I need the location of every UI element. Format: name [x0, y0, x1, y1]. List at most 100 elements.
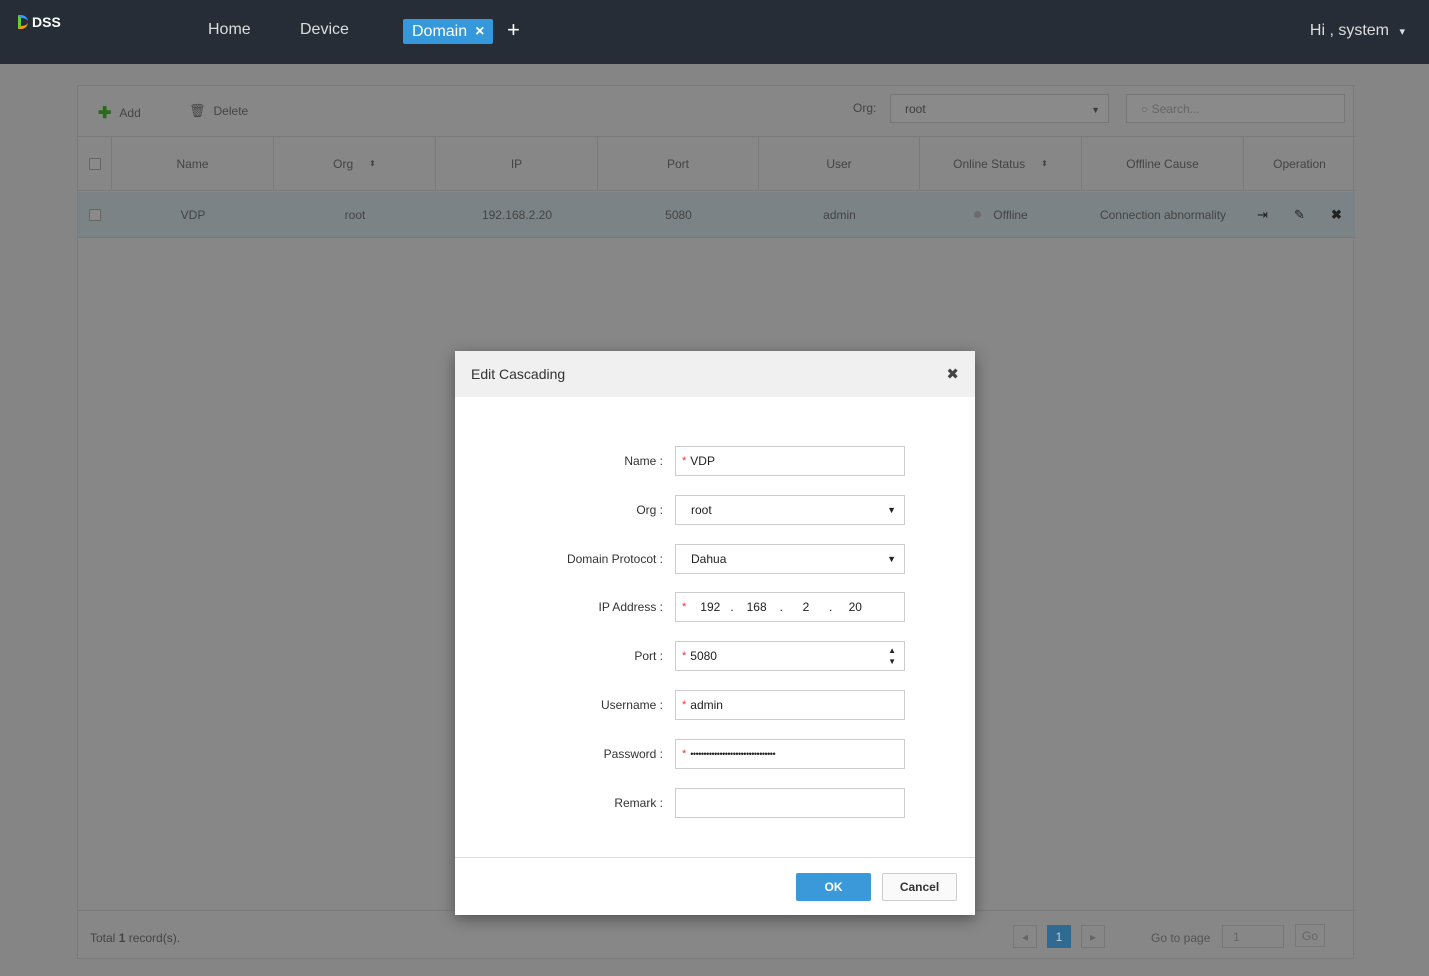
name-label: Name :	[624, 454, 663, 468]
plus-icon: ✚	[98, 105, 112, 122]
stepper-arrows-icon[interactable]: ▲ ▼	[888, 645, 896, 667]
sort-icon[interactable]: ⬍	[369, 159, 376, 168]
username-input[interactable]: * admin	[675, 690, 905, 720]
user-menu[interactable]: Hi , system ▾	[1310, 22, 1405, 40]
col-org-label: Org	[333, 156, 354, 171]
top-nav-bar: DSS Home Device Domain × + Hi , system ▾	[0, 0, 1429, 64]
col-user[interactable]: User	[759, 137, 920, 190]
delete-icon[interactable]: ✖	[1331, 207, 1342, 223]
chevron-down-icon: ▼	[887, 505, 896, 515]
remark-label: Remark :	[614, 796, 663, 810]
col-port[interactable]: Port	[598, 137, 759, 190]
ip-octet-3[interactable]: 2	[783, 600, 829, 614]
status-dot-icon	[974, 211, 982, 218]
dialog-title: Edit Cascading	[471, 366, 566, 382]
org-row: Org : root ▼	[455, 495, 975, 525]
edit-cascading-dialog: Edit Cascading ✖ Name : * VDP Org : root ▼ Do…	[455, 351, 975, 915]
cell-operation: ⇥ ✎ ✖	[1244, 192, 1355, 237]
name-input[interactable]: * VDP	[675, 446, 905, 476]
org-label: Org :	[636, 503, 663, 517]
close-icon[interactable]: ✖	[946, 365, 959, 383]
next-page-button[interactable]: ▸	[1081, 925, 1105, 948]
close-tab-icon[interactable]: ×	[475, 23, 484, 41]
sort-icon[interactable]: ⬍	[1041, 159, 1048, 168]
username-row: Username : * admin	[455, 690, 975, 720]
col-online-status[interactable]: Online Status ⬍	[920, 137, 1082, 190]
cell-cause: Connection abnormality	[1099, 207, 1227, 222]
col-org[interactable]: Org ⬍	[274, 137, 436, 190]
ip-row: IP Address : * 192. 168. 2. 20	[455, 592, 975, 622]
dialog-footer: OK Cancel	[455, 857, 975, 915]
chevron-down-icon: ▼	[887, 554, 896, 564]
cancel-button[interactable]: Cancel	[882, 873, 957, 901]
ip-octet-4[interactable]: 20	[832, 600, 878, 614]
username-value: admin	[690, 698, 723, 712]
nav-home[interactable]: Home	[208, 21, 251, 39]
ok-button[interactable]: OK	[796, 873, 871, 901]
goto-page-label: Go to page	[1151, 931, 1211, 945]
org-filter-select[interactable]: root ▼	[890, 94, 1109, 123]
login-icon[interactable]: ⇥	[1257, 207, 1268, 223]
port-row: Port : * 5080 ▲ ▼	[455, 641, 975, 671]
org-value: root	[691, 503, 712, 517]
col-ip[interactable]: IP	[436, 137, 598, 190]
col-offline-cause: Offline Cause	[1082, 137, 1244, 190]
trash-icon: 🗑	[189, 103, 206, 118]
org-filter-label: Org:	[853, 101, 877, 115]
search-input[interactable]: ○ Search...	[1126, 94, 1345, 123]
page-1-button[interactable]: 1	[1047, 925, 1071, 948]
tab-domain[interactable]: Domain ×	[403, 19, 494, 44]
col-name[interactable]: Name	[112, 137, 274, 190]
ip-octet-1[interactable]: 192	[690, 600, 730, 614]
protocol-label: Domain Protocot :	[566, 552, 663, 566]
password-value: ••••••••••••••••••••••••••••••••	[690, 749, 776, 759]
port-label: Port :	[634, 649, 663, 663]
delete-label: Delete	[213, 104, 249, 118]
password-label: Password :	[603, 747, 663, 761]
logo-icon	[18, 15, 28, 29]
ip-input[interactable]: * 192. 168. 2. 20	[675, 592, 905, 622]
goto-page-input[interactable]: 1	[1222, 925, 1284, 948]
name-row: Name : * VDP	[455, 446, 975, 476]
table-footer: Total 1 record(s). ◂ 1 ▸ Go to page 1 Go	[78, 910, 1355, 960]
col-operation: Operation	[1273, 156, 1326, 171]
cell-org: root	[344, 207, 366, 222]
col-status-label: Online Status	[953, 156, 1026, 171]
port-stepper[interactable]: * 5080 ▲ ▼	[675, 641, 905, 671]
required-marker: *	[682, 601, 687, 613]
org-select[interactable]: root ▼	[675, 495, 905, 525]
cell-ip: 192.168.2.20	[481, 207, 553, 222]
password-row: Password : * •••••••••••••••••••••••••••••…	[455, 739, 975, 769]
chevron-down-icon: ▼	[1091, 105, 1100, 115]
port-value: 5080	[690, 649, 717, 663]
password-input[interactable]: * ••••••••••••••••••••••••••••••••	[675, 739, 905, 769]
table-row[interactable]: VDP root 192.168.2.20 5080 admin Offline…	[78, 192, 1355, 238]
required-marker: *	[682, 455, 687, 467]
protocol-select[interactable]: Dahua ▼	[675, 544, 905, 574]
username-label: Username :	[600, 698, 663, 712]
cell-name: VDP	[180, 207, 206, 222]
cell-status: Offline	[920, 192, 1082, 237]
add-button[interactable]: ✚ Add	[98, 103, 141, 123]
dialog-header: Edit Cascading ✖	[455, 351, 975, 397]
delete-button[interactable]: 🗑 Delete	[189, 103, 248, 119]
search-icon: ○	[1141, 102, 1152, 116]
nav-device[interactable]: Device	[300, 21, 349, 39]
name-value: VDP	[690, 454, 715, 468]
ip-octet-2[interactable]: 168	[734, 600, 780, 614]
go-button[interactable]: Go	[1295, 924, 1325, 947]
edit-icon[interactable]: ✎	[1294, 207, 1305, 223]
add-label: Add	[119, 106, 141, 120]
prev-page-button[interactable]: ◂	[1013, 925, 1037, 948]
total-records: Total 1 record(s).	[90, 931, 181, 945]
status-text: Offline	[993, 207, 1028, 222]
add-tab-button[interactable]: +	[507, 17, 520, 43]
remark-input[interactable]	[675, 788, 905, 818]
cell-user: admin	[823, 207, 856, 222]
app-logo[interactable]: DSS	[18, 14, 61, 30]
protocol-row: Domain Protocot : Dahua ▼	[455, 544, 975, 574]
row-checkbox[interactable]	[78, 192, 112, 237]
required-marker: *	[682, 699, 687, 711]
select-all-checkbox[interactable]	[78, 137, 112, 190]
remark-row: Remark :	[455, 788, 975, 818]
